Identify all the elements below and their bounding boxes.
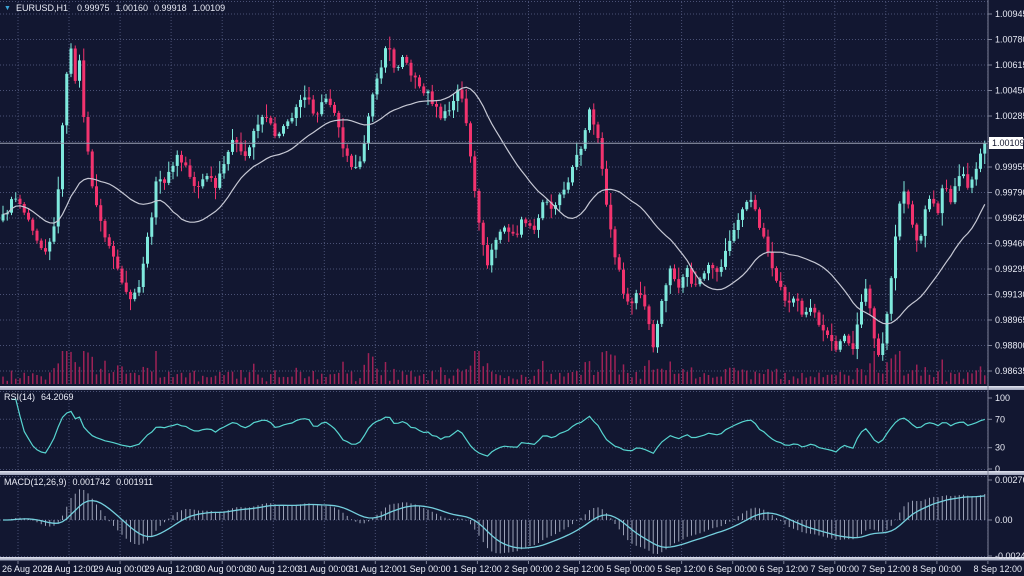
svg-text:6 Sep 12:00: 6 Sep 12:00 (759, 564, 808, 574)
svg-text:0.99955: 0.99955 (995, 162, 1024, 172)
svg-text:2 Sep 12:00: 2 Sep 12:00 (555, 564, 604, 574)
svg-text:0.99130: 0.99130 (995, 290, 1024, 300)
svg-text:6 Sep 00:00: 6 Sep 00:00 (708, 564, 757, 574)
svg-text:100: 100 (995, 393, 1010, 403)
current-price-tag: 1.00109 (989, 137, 1023, 149)
macd-signal-line (3, 496, 985, 548)
svg-text:-0.002482: -0.002482 (995, 551, 1024, 561)
volume-layer (2, 351, 985, 384)
svg-text:8 Sep 12:00: 8 Sep 12:00 (973, 564, 1022, 574)
svg-text:7 Sep 12:00: 7 Sep 12:00 (862, 564, 911, 574)
svg-text:0.002769: 0.002769 (995, 475, 1024, 485)
svg-text:26 Aug 12:00: 26 Aug 12:00 (43, 564, 96, 574)
svg-text:29 Aug 12:00: 29 Aug 12:00 (145, 564, 198, 574)
svg-text:1.00450: 1.00450 (995, 86, 1024, 96)
svg-text:5 Sep 12:00: 5 Sep 12:00 (657, 564, 706, 574)
svg-text:1 Sep 00:00: 1 Sep 00:00 (402, 564, 451, 574)
candles-layer (2, 37, 987, 361)
symbol-dropdown-icon[interactable]: ▼ (4, 3, 11, 14)
svg-text:30 Aug 00:00: 30 Aug 00:00 (196, 564, 249, 574)
svg-text:1.00945: 1.00945 (995, 9, 1024, 19)
svg-text:29 Aug 00:00: 29 Aug 00:00 (94, 564, 147, 574)
trading-chart-window: 1.00945 1.00780 1.00615 1.00450 1.00285 1.001… (0, 0, 1024, 576)
svg-text:1 Sep 12:00: 1 Sep 12:00 (453, 564, 502, 574)
svg-text:0.99625: 0.99625 (995, 213, 1024, 223)
svg-text:1.00615: 1.00615 (995, 60, 1024, 70)
svg-text:2 Sep 00:00: 2 Sep 00:00 (504, 564, 553, 574)
svg-text:5 Sep 00:00: 5 Sep 00:00 (606, 564, 655, 574)
svg-text:1.00285: 1.00285 (995, 111, 1024, 121)
svg-text:0.99790: 0.99790 (995, 188, 1024, 198)
rsi-axis[interactable]: 100 70 30 0 (988, 393, 1010, 474)
svg-text:0.99460: 0.99460 (995, 239, 1024, 249)
svg-text:31 Aug 12:00: 31 Aug 12:00 (349, 564, 402, 574)
svg-text:7 Sep 00:00: 7 Sep 00:00 (811, 564, 860, 574)
svg-text:30: 30 (995, 443, 1005, 453)
svg-text:0.00: 0.00 (995, 515, 1013, 525)
svg-text:0.98800: 0.98800 (995, 341, 1024, 351)
svg-text:0: 0 (995, 464, 1000, 474)
svg-text:1.00780: 1.00780 (995, 35, 1024, 45)
svg-text:0.99295: 0.99295 (995, 264, 1024, 274)
svg-text:0.98635: 0.98635 (995, 366, 1024, 376)
chart-canvas[interactable]: 1.00945 1.00780 1.00615 1.00450 1.00285 1.001… (0, 0, 1024, 576)
svg-text:0.98965: 0.98965 (995, 315, 1024, 325)
moving-average-line (3, 87, 985, 324)
macd-axis[interactable]: 0.002769 0.00 -0.002482 (988, 475, 1024, 561)
svg-text:70: 70 (995, 414, 1005, 424)
svg-text:8 Sep 00:00: 8 Sep 00:00 (913, 564, 962, 574)
svg-text:30 Aug 12:00: 30 Aug 12:00 (247, 564, 300, 574)
svg-text:31 Aug 00:00: 31 Aug 00:00 (298, 564, 351, 574)
time-axis[interactable]: 26 Aug 202226 Aug 12:0029 Aug 00:0029 Au… (2, 561, 1022, 574)
macd-histogram (3, 489, 985, 554)
